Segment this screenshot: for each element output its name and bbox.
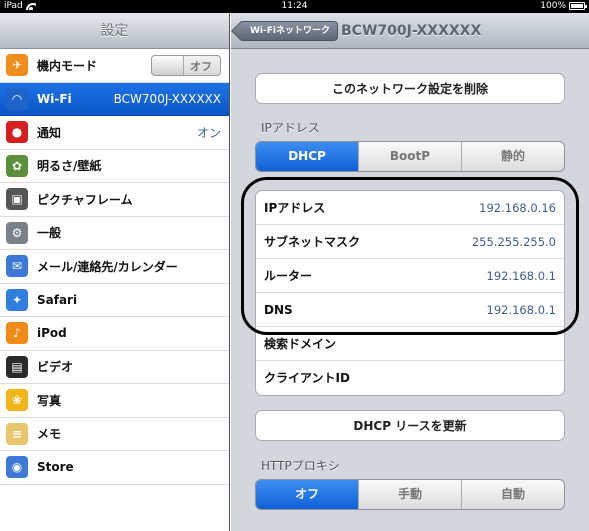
proxy-mode-off[interactable]: オフ xyxy=(256,480,359,509)
ip-mode-selector: DHCP BootP 静的 xyxy=(255,141,565,172)
ip-mode-dhcp[interactable]: DHCP xyxy=(256,142,359,171)
sidebar-item[interactable]: ● 通知 オン xyxy=(0,116,229,150)
ip-address-value: 192.168.0.16 xyxy=(479,201,556,215)
flower-icon: ❀ xyxy=(6,389,28,412)
search-domain-row[interactable]: 検索ドメイン xyxy=(256,327,564,361)
row-label: DNS xyxy=(264,303,293,317)
proxy-section-label: HTTPプロキシ xyxy=(261,459,340,473)
gear-icon: ⚙ xyxy=(6,221,28,244)
sidebar-item-label: ビデオ xyxy=(37,360,74,375)
settings-sidebar: 設定 ✈ 機内モード オフ ◠ Wi-Fi BCW700J-XXXXXX ● 通知 オン ✿ 明るさ… xyxy=(0,13,230,531)
subnet-mask-row[interactable]: サブネットマスク 255.255.255.0 xyxy=(256,225,564,259)
row-label: クライアントID xyxy=(264,371,350,385)
page-title: BCW700J-XXXXXX xyxy=(341,23,482,39)
client-id-row[interactable]: クライアントID xyxy=(256,361,564,395)
picture-frame-icon: ▣ xyxy=(6,188,28,211)
airplane-icon: ✈ xyxy=(6,54,28,77)
sidebar-item-label: メモ xyxy=(37,427,62,442)
sidebar-item-label: 機内モード xyxy=(37,58,98,73)
brightness-icon: ✿ xyxy=(6,154,28,177)
sidebar-item[interactable]: ◠ Wi-Fi BCW700J-XXXXXX xyxy=(0,82,229,116)
sidebar-item[interactable]: ♪ iPod xyxy=(0,317,229,351)
sidebar-item-label: Wi-Fi xyxy=(37,91,72,106)
sidebar-item-label: 通知 xyxy=(37,125,62,140)
ip-mode-bootp[interactable]: BootP xyxy=(359,142,462,171)
sidebar-item-value: BCW700J-XXXXXX xyxy=(113,91,221,106)
sidebar-title: 設定 xyxy=(0,13,229,49)
airplane-mode-toggle[interactable]: オフ xyxy=(151,55,221,76)
music-icon: ♪ xyxy=(6,322,28,345)
dns-row[interactable]: DNS 192.168.0.1 xyxy=(256,293,564,327)
row-label: ルーター xyxy=(264,269,313,283)
renew-lease-button[interactable]: DHCP リースを更新 xyxy=(255,410,565,441)
sidebar-item[interactable]: ▤ ビデオ xyxy=(0,351,229,384)
mail-icon: ✉ xyxy=(6,255,28,278)
sidebar-item[interactable]: ✦ Safari xyxy=(0,284,229,317)
sidebar-item[interactable]: ▣ ピクチャフレーム xyxy=(0,183,229,217)
router-row[interactable]: ルーター 192.168.0.1 xyxy=(256,259,564,293)
row-label: サブネットマスク xyxy=(264,235,361,249)
status-bar: iPad 11:24 100% xyxy=(0,0,589,13)
router-value: 192.168.0.1 xyxy=(486,269,557,283)
wifi-detail-panel: Wi-Fiネットワーク BCW700J-XXXXXX このネットワーク設定を削除… xyxy=(231,13,589,531)
battery-area: 100% xyxy=(540,1,587,11)
sidebar-item-label: 明るさ/壁紙 xyxy=(37,159,102,174)
dns-value: 192.168.0.1 xyxy=(486,303,557,317)
toggle-knob xyxy=(152,56,184,75)
compass-icon: ✦ xyxy=(6,288,28,311)
sidebar-item[interactable]: ❀ 写真 xyxy=(0,384,229,418)
detail-navbar: Wi-Fiネットワーク BCW700J-XXXXXX xyxy=(231,13,589,49)
ip-mode-static[interactable]: 静的 xyxy=(462,142,564,171)
row-label: 検索ドメイン xyxy=(264,337,337,351)
clock: 11:24 xyxy=(281,1,308,11)
row-label: IPアドレス xyxy=(264,201,326,215)
sidebar-item-value: オン xyxy=(196,125,221,140)
subnet-mask-value: 255.255.255.0 xyxy=(471,235,556,249)
wifi-icon: ◠ xyxy=(6,87,28,110)
sidebar-item-label: Store xyxy=(37,460,74,475)
sidebar-item[interactable]: ≡ メモ xyxy=(0,418,229,451)
sidebar-item[interactable]: ⚙ 一般 xyxy=(0,217,229,250)
back-button[interactable]: Wi-Fiネットワーク xyxy=(239,21,338,41)
sidebar-item-label: ピクチャフレーム xyxy=(37,192,133,207)
forget-network-button[interactable]: このネットワーク設定を削除 xyxy=(255,73,565,104)
ip-section-label: IPアドレス xyxy=(261,121,320,135)
sidebar-item-label: 一般 xyxy=(37,226,62,241)
film-icon: ▤ xyxy=(6,355,28,378)
sidebar-item[interactable]: ✉ メール/連絡先/カレンダー xyxy=(0,250,229,284)
sidebar-item-label: iPod xyxy=(37,326,67,341)
sidebar-item-label: メール/連絡先/カレンダー xyxy=(37,259,178,274)
proxy-mode-selector: オフ 手動 自動 xyxy=(255,479,565,510)
battery-icon xyxy=(569,2,587,10)
battery-percent: 100% xyxy=(540,1,566,11)
sidebar-item[interactable]: ◉ Store xyxy=(0,451,229,485)
sidebar-item[interactable]: ✿ 明るさ/壁紙 xyxy=(0,150,229,183)
ip-address-row[interactable]: IPアドレス 192.168.0.16 xyxy=(256,191,564,225)
ip-settings-group: IPアドレス 192.168.0.16 サブネットマスク 255.255.255… xyxy=(255,190,565,396)
sidebar-item-label: 写真 xyxy=(37,393,62,408)
proxy-mode-auto[interactable]: 自動 xyxy=(462,480,564,509)
sidebar-item[interactable]: ✈ 機内モード オフ xyxy=(0,49,229,83)
notification-icon: ● xyxy=(6,121,28,144)
note-icon: ≡ xyxy=(6,422,28,445)
proxy-mode-manual[interactable]: 手動 xyxy=(359,480,462,509)
store-icon: ◉ xyxy=(6,456,28,479)
settings-menu: ✈ 機内モード オフ ◠ Wi-Fi BCW700J-XXXXXX ● 通知 オン ✿ 明るさ/壁紙… xyxy=(0,49,229,485)
sidebar-item-label: Safari xyxy=(37,292,78,307)
toggle-state-label: オフ xyxy=(190,60,212,73)
